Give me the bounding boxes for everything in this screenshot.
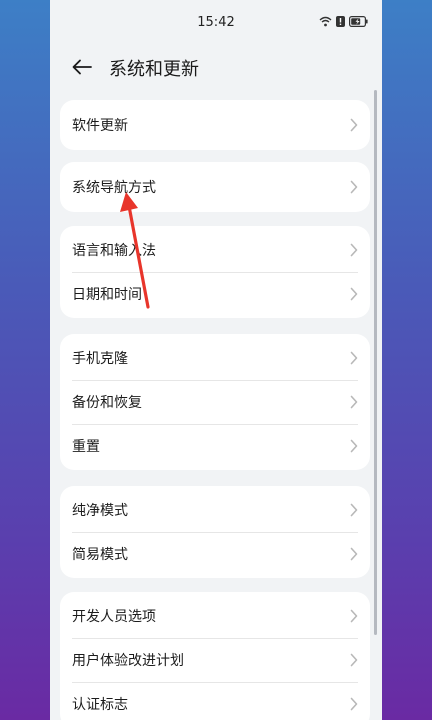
list-item-developer-options[interactable]: 开发人员选项 — [60, 594, 370, 638]
chevron-right-icon — [350, 395, 358, 409]
list-item-label: 备份和恢复 — [72, 395, 142, 411]
list-item-phone-clone[interactable]: 手机克隆 — [60, 336, 370, 380]
scrollbar[interactable] — [374, 90, 377, 635]
settings-group-navigation: 系统导航方式 — [60, 162, 370, 212]
list-item-label: 开发人员选项 — [72, 609, 156, 625]
list-item-label: 系统导航方式 — [72, 180, 156, 196]
settings-group-update: 软件更新 — [60, 100, 370, 150]
chevron-right-icon — [350, 609, 358, 623]
settings-group-advanced: 开发人员选项 用户体验改进计划 认证标志 — [60, 592, 370, 720]
back-arrow-icon — [72, 59, 92, 75]
list-item-label: 认证标志 — [72, 697, 128, 713]
list-item-language-input[interactable]: 语言和输入法 — [60, 228, 370, 272]
list-item-date-time[interactable]: 日期和时间 — [60, 272, 370, 316]
chevron-right-icon — [350, 351, 358, 365]
chevron-right-icon — [350, 287, 358, 301]
list-item-label: 日期和时间 — [72, 287, 142, 303]
page-title: 系统和更新 — [109, 59, 199, 80]
chevron-right-icon — [350, 503, 358, 517]
chevron-right-icon — [350, 653, 358, 667]
status-icons — [319, 16, 368, 27]
settings-group-language-time: 语言和输入法 日期和时间 — [60, 226, 370, 318]
list-item-system-navigation[interactable]: 系统导航方式 — [60, 162, 370, 212]
phone-screen: 15:42 系统和更新 软件更新 系统导航方式 语言和输入法 日期和时间 手机克… — [50, 0, 382, 720]
settings-group-backup: 手机克隆 备份和恢复 重置 — [60, 334, 370, 470]
list-item-label: 纯净模式 — [72, 503, 128, 519]
chevron-right-icon — [350, 547, 358, 561]
list-item-software-update[interactable]: 软件更新 — [60, 100, 370, 150]
list-item-certification[interactable]: 认证标志 — [60, 682, 370, 720]
list-item-reset[interactable]: 重置 — [60, 424, 370, 468]
chevron-right-icon — [350, 697, 358, 711]
settings-group-modes: 纯净模式 简易模式 — [60, 486, 370, 578]
list-item-label: 语言和输入法 — [72, 243, 156, 259]
list-item-label: 手机克隆 — [72, 351, 128, 367]
list-item-label: 重置 — [72, 439, 100, 455]
chevron-right-icon — [350, 180, 358, 194]
list-item-user-experience[interactable]: 用户体验改进计划 — [60, 638, 370, 682]
list-item-simple-mode[interactable]: 简易模式 — [60, 532, 370, 576]
wifi-icon — [319, 16, 332, 27]
alert-icon — [336, 16, 345, 27]
back-button[interactable] — [68, 53, 96, 81]
list-item-label: 软件更新 — [72, 118, 128, 134]
chevron-right-icon — [350, 439, 358, 453]
list-item-label: 简易模式 — [72, 547, 128, 563]
list-item-pure-mode[interactable]: 纯净模式 — [60, 488, 370, 532]
list-item-backup-restore[interactable]: 备份和恢复 — [60, 380, 370, 424]
chevron-right-icon — [350, 243, 358, 257]
page-header: 系统和更新 — [50, 46, 382, 88]
battery-charging-icon — [349, 16, 368, 27]
list-item-label: 用户体验改进计划 — [72, 653, 184, 669]
chevron-right-icon — [350, 118, 358, 132]
status-bar: 15:42 — [50, 0, 382, 46]
